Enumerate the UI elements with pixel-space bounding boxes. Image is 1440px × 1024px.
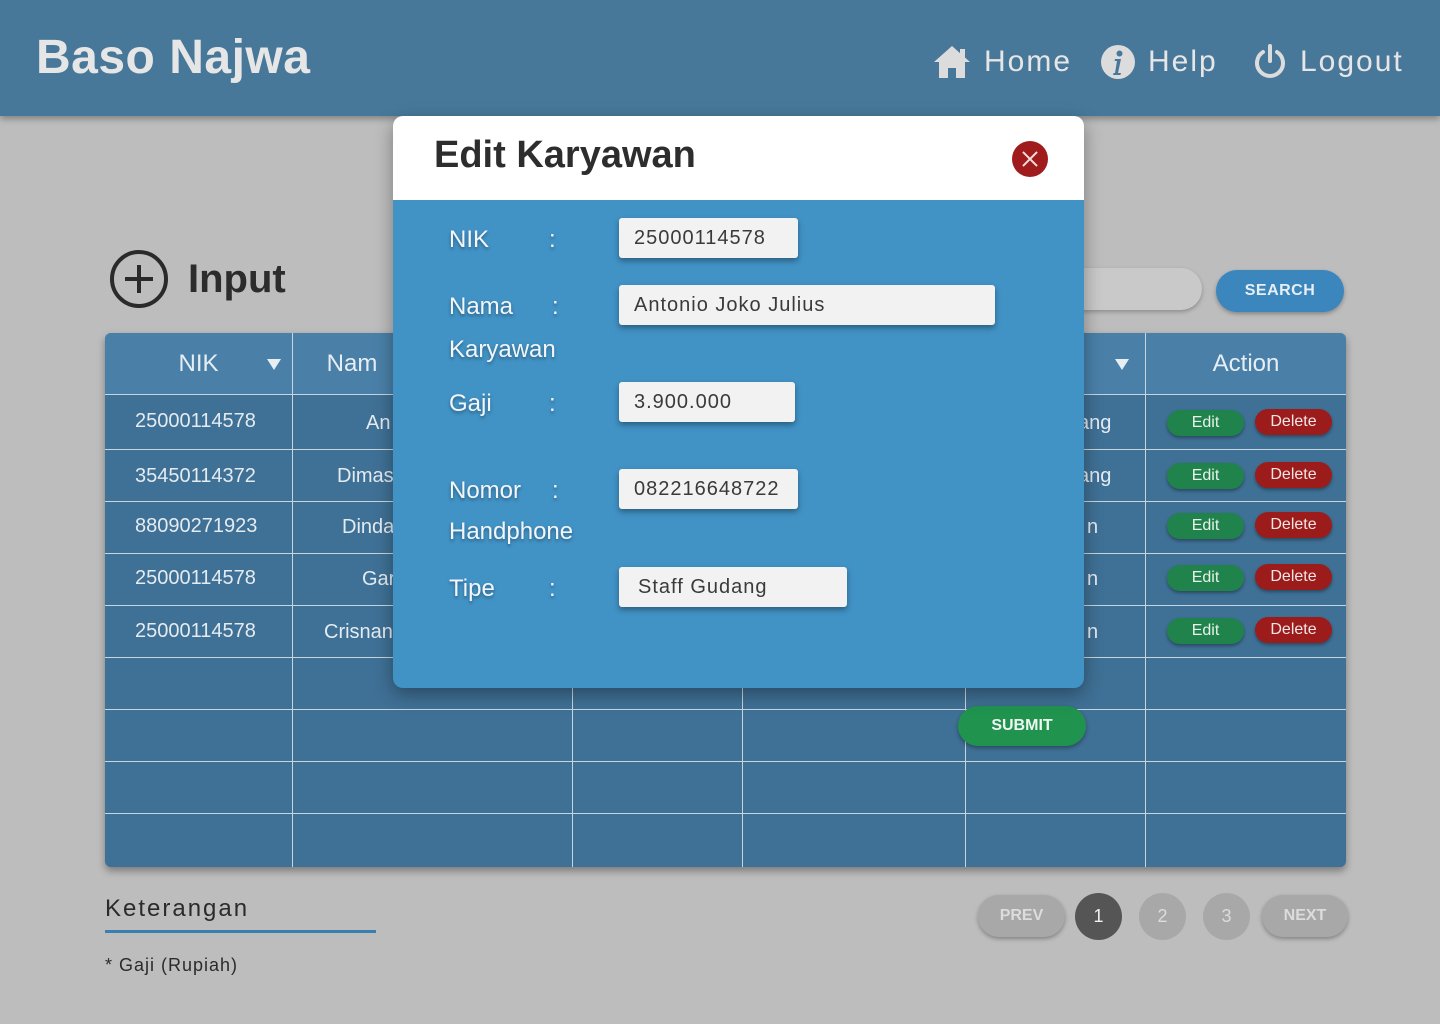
- edit-button[interactable]: Edit: [1167, 410, 1244, 436]
- search-button[interactable]: SEARCH: [1216, 270, 1344, 312]
- grid-line: [105, 709, 1346, 710]
- sort-caret-icon[interactable]: [1115, 359, 1129, 370]
- cell-nik: 35450114372: [135, 465, 256, 487]
- edit-button[interactable]: Edit: [1167, 463, 1244, 489]
- nomor-handphone-field[interactable]: 082216648722: [619, 469, 798, 509]
- column-header-action: Action: [1146, 333, 1346, 394]
- nav-help-label: Help: [1148, 45, 1218, 78]
- app-header: Baso Najwa Home Help Logout: [0, 0, 1440, 116]
- tipe-select[interactable]: Staff Gudang: [619, 567, 847, 607]
- field-colon: :: [552, 477, 559, 504]
- home-icon: [934, 46, 970, 78]
- modal-title: Edit Karyawan: [434, 134, 696, 176]
- nik-field[interactable]: 25000114578: [619, 218, 798, 258]
- nav-help[interactable]: Help: [1100, 40, 1218, 84]
- cell-nama: An: [366, 412, 391, 434]
- column-header-nik-label: NIK: [178, 349, 219, 377]
- cell-nama: Gar: [362, 568, 396, 590]
- prev-button[interactable]: PREV: [978, 895, 1065, 937]
- field-colon: :: [549, 575, 556, 602]
- grid-line: [105, 761, 1346, 762]
- page-2-button[interactable]: 2: [1139, 893, 1186, 940]
- brand-title: Baso Najwa: [36, 31, 311, 84]
- sort-caret-icon[interactable]: [267, 359, 281, 370]
- modal-header: Edit Karyawan: [393, 116, 1084, 200]
- plus-circle-icon: [110, 250, 168, 308]
- field-label-nik: NIK: [449, 226, 490, 253]
- column-header-nik[interactable]: NIK: [105, 333, 292, 394]
- input-label: Input: [188, 256, 286, 301]
- field-label-tipe: Tipe: [449, 575, 495, 602]
- nav-home[interactable]: Home: [932, 40, 1072, 84]
- gaji-field[interactable]: 3.900.000: [619, 382, 795, 422]
- edit-button[interactable]: Edit: [1167, 618, 1244, 644]
- cell-nama: Crisnan: [324, 621, 393, 643]
- keterangan-note: * Gaji (Rupiah): [105, 955, 239, 975]
- field-label-karyawan: Karyawan: [449, 336, 556, 363]
- field-colon: :: [549, 226, 556, 253]
- column-header-nama-label: Nam: [326, 349, 378, 377]
- nav-logout-label: Logout: [1300, 45, 1404, 78]
- edit-button[interactable]: Edit: [1167, 565, 1244, 591]
- cell-nik: 88090271923: [135, 515, 258, 537]
- edit-karyawan-modal: Edit Karyawan NIK : 25000114578 Nama : K…: [393, 116, 1084, 688]
- grid-line: [292, 333, 293, 867]
- cell-nama: Dimas: [337, 465, 394, 487]
- field-label-gaji: Gaji: [449, 390, 492, 417]
- delete-button[interactable]: Delete: [1255, 462, 1332, 488]
- field-colon: :: [552, 293, 559, 320]
- edit-button[interactable]: Edit: [1167, 513, 1244, 539]
- page-1-button[interactable]: 1: [1075, 893, 1122, 940]
- grid-line: [105, 813, 1346, 814]
- delete-button[interactable]: Delete: [1255, 564, 1332, 590]
- field-colon: :: [549, 390, 556, 417]
- cell-nik: 25000114578: [135, 567, 256, 589]
- nama-karyawan-field[interactable]: Antonio Joko Julius: [619, 285, 995, 325]
- cell-tipe: n: [1087, 621, 1099, 643]
- close-icon[interactable]: [1012, 141, 1048, 177]
- field-label-handphone: Handphone: [449, 518, 574, 545]
- next-button[interactable]: NEXT: [1262, 895, 1348, 937]
- nav-logout[interactable]: Logout: [1252, 40, 1404, 84]
- submit-button[interactable]: SUBMIT: [958, 706, 1086, 746]
- keterangan-underline: [105, 930, 376, 933]
- page-3-button[interactable]: 3: [1203, 893, 1250, 940]
- cell-nik: 25000114578: [135, 620, 256, 642]
- grid-line: [1145, 333, 1146, 867]
- info-icon: [1101, 45, 1135, 79]
- keterangan-title: Keterangan: [105, 895, 250, 922]
- cell-tipe: n: [1087, 568, 1099, 590]
- cell-nik: 25000114578: [135, 410, 256, 432]
- input-button[interactable]: Input: [110, 250, 286, 308]
- field-label-nama: Nama: [449, 293, 514, 320]
- cell-nama: Dinda: [342, 516, 395, 538]
- nav-home-label: Home: [984, 45, 1073, 78]
- field-label-nomor: Nomor: [449, 477, 522, 504]
- cell-tipe: n: [1087, 516, 1099, 538]
- delete-button[interactable]: Delete: [1255, 512, 1332, 538]
- delete-button[interactable]: Delete: [1255, 409, 1332, 435]
- power-icon: [1255, 44, 1285, 78]
- column-header-action-label: Action: [1212, 349, 1280, 377]
- delete-button[interactable]: Delete: [1255, 617, 1332, 643]
